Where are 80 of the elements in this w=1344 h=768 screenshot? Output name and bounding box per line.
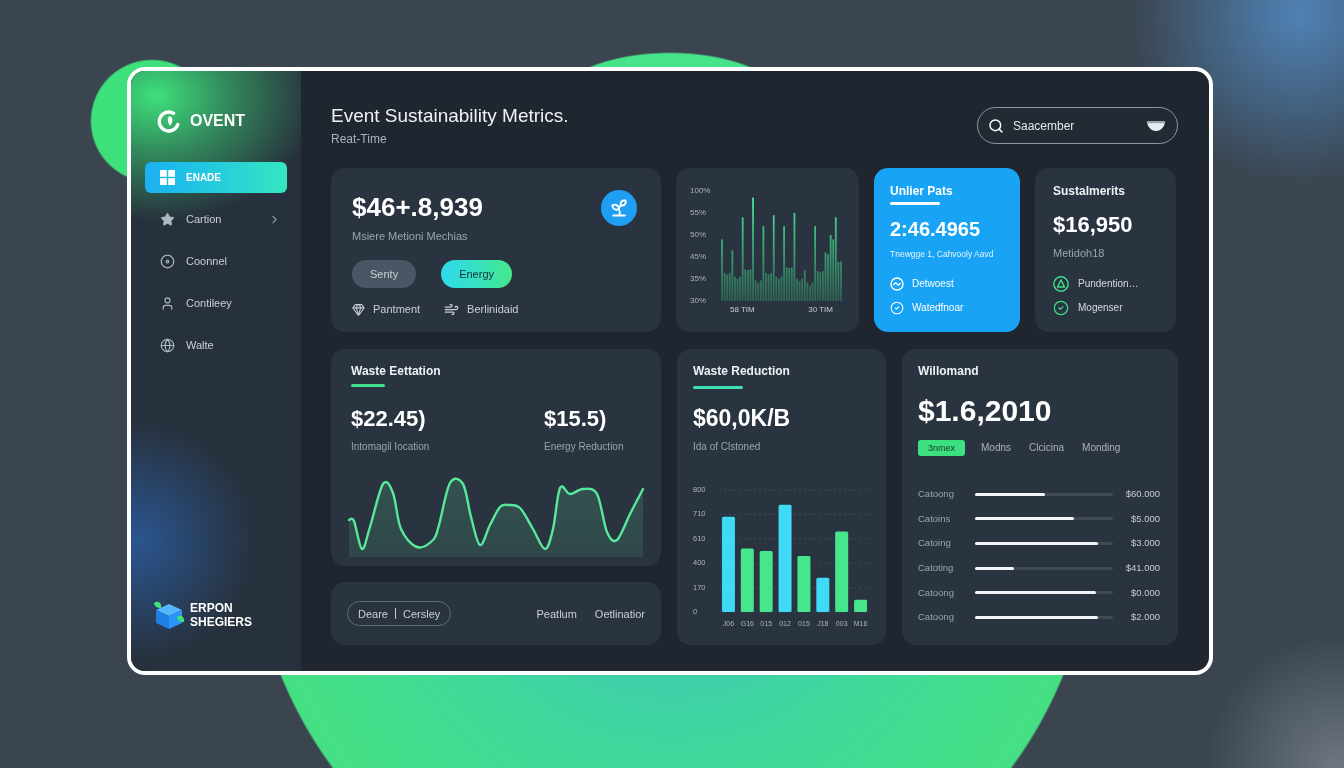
list-item: Mogenser [1078, 301, 1123, 315]
triangle-circle-icon [1053, 276, 1069, 292]
axis-label: 45% [690, 251, 706, 263]
segment-option[interactable]: Deare [358, 606, 388, 621]
nav-item[interactable]: Walte [145, 330, 287, 361]
axis-label: 58 TIM [730, 304, 755, 316]
metric-value: $22.45) [351, 407, 427, 431]
metric-caption: Ida of Clstoned [693, 441, 762, 453]
card-link[interactable]: Pantment [373, 301, 421, 317]
axis-label: 50% [690, 229, 706, 241]
filter-pill[interactable]: Energy [441, 260, 512, 288]
list-item: Detwoest [912, 277, 954, 291]
tab[interactable]: Clcicina [1027, 440, 1067, 456]
row-label: Catoting [918, 562, 955, 575]
filter-pill[interactable]: Senty [352, 260, 417, 288]
brand-name: OVENT [190, 111, 246, 131]
grid-icon [160, 170, 175, 185]
nav-item[interactable]: Contileey [145, 288, 287, 319]
metric-caption: Msiere Metioni Mechias [352, 229, 469, 243]
metric-value: $46+.8,939 [352, 192, 483, 222]
axis-label: 35% [690, 273, 706, 285]
row-amount: $5.000 [1130, 512, 1160, 525]
segment-option[interactable]: Cersley [402, 606, 441, 621]
row-label: Catoong [918, 586, 955, 599]
row-amount: $60.000 [1125, 488, 1160, 501]
metric-value: $1.6,2010 [918, 394, 1053, 428]
list-item: Watedfnoar [912, 301, 964, 315]
metric-value: $16,950 [1053, 212, 1134, 238]
metric-value: $60,0K/B [693, 405, 792, 431]
row-label: Catoong [918, 611, 955, 624]
row-amount: $3.000 [1130, 537, 1160, 550]
nav-item[interactable]: Cartion [145, 204, 287, 235]
metric-caption: Metidoh18 [1053, 247, 1106, 259]
row-label: Catoing [918, 537, 952, 550]
axis-label: 30% [690, 295, 706, 307]
axis-label: 100% [690, 185, 711, 197]
nav-item[interactable]: Coonnel [145, 246, 287, 277]
card-title: Willomand [918, 364, 980, 378]
check-circle-icon [890, 301, 904, 315]
list-item: Pundention… [1078, 277, 1139, 291]
card-link[interactable]: Berlinidaid [467, 301, 519, 317]
axis-label: 55% [690, 207, 706, 219]
logo-text: SHEGIERS [190, 615, 252, 629]
search-field[interactable]: Saacember [977, 107, 1178, 144]
row-label: Catoins [918, 512, 952, 525]
logo-icon [157, 109, 181, 133]
row-amount: $0.000 [1130, 586, 1160, 599]
metric-caption: Energy Reduction [544, 441, 625, 453]
tab[interactable]: Modns [979, 440, 1014, 456]
gem-icon [352, 302, 365, 316]
metric-value: $15.5) [544, 407, 608, 431]
bar-link[interactable]: Peatlum [536, 606, 577, 621]
logo-text: ERPON [190, 601, 234, 615]
check-circle-icon [1053, 300, 1069, 316]
page-subtitle: Reat-Time [331, 132, 388, 146]
disc-icon [160, 254, 175, 269]
bowl-icon[interactable] [1147, 120, 1165, 131]
globe-icon [160, 338, 175, 353]
person-icon [160, 296, 175, 311]
sprout-icon [601, 190, 637, 226]
search-icon [988, 117, 1004, 134]
bar-link[interactable]: Oetlinatior [594, 606, 645, 621]
row-amount: $2.000 [1130, 611, 1160, 624]
wind-icon [444, 301, 460, 317]
tab[interactable]: Monding [1080, 440, 1123, 456]
card-title: Waste Eettation [351, 364, 442, 378]
star-icon [160, 212, 175, 227]
cube-logo-icon [152, 599, 186, 631]
card-title: Unlier Pats [890, 184, 954, 198]
axis-label: 30 TIM [808, 304, 833, 316]
metric-value: 2:46.4965 [890, 218, 982, 240]
metric-caption: Intomagil Iocation [351, 441, 431, 453]
page-title: Event Sustainability Metrics. [331, 105, 569, 127]
row-label: Catoong [918, 488, 955, 501]
row-amount: $41.000 [1125, 562, 1160, 575]
tab[interactable]: 3nmex [918, 440, 965, 456]
card-title: Waste Reduction [693, 364, 791, 378]
metric-caption: Tnewgge 1, Cahvooly Aavd [890, 248, 995, 260]
wave-circle-icon [890, 277, 904, 291]
card-title: Sustalmerits [1053, 184, 1127, 198]
